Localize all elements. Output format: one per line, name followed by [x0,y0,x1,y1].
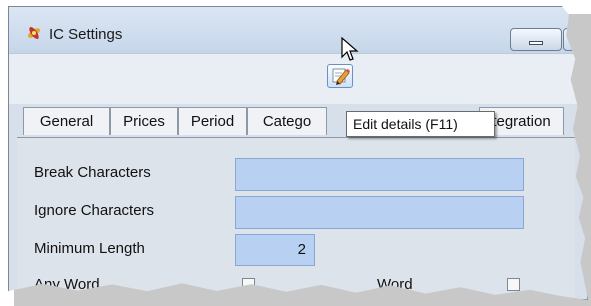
edit-details-button[interactable] [327,64,353,88]
mouse-pointer-icon [341,37,359,61]
ignore-characters-input[interactable] [235,196,524,229]
break-characters-input[interactable] [235,158,524,191]
app-icon [27,27,41,39]
ic-settings-window: IC Settings General Prices Period Catego… [8,6,588,300]
edit-details-tooltip: Edit details (F11) [346,111,495,137]
minimize-button[interactable] [510,28,562,51]
tab-strip: General Prices Period Catego tegration [9,107,587,137]
minimum-length-label: Minimum Length [34,240,145,257]
tab-general[interactable]: General [23,107,110,135]
title-bar: IC Settings [9,7,588,53]
pencil-edit-icon [332,68,350,85]
tab-period[interactable]: Period [178,107,247,135]
ignore-characters-label: Ignore Characters [34,202,155,219]
minimum-length-input[interactable]: 2 [235,234,315,266]
tab-categories[interactable]: Catego [247,107,327,135]
minimize-icon [529,41,543,45]
toolbar [9,53,587,104]
general-panel: Break Characters Ignore Characters Minim… [17,137,575,299]
word-checkbox[interactable] [507,278,520,291]
minimum-length-value: 2 [297,241,306,258]
tab-prices[interactable]: Prices [110,107,178,135]
window-title: IC Settings [49,26,123,43]
break-characters-label: Break Characters [34,164,151,181]
